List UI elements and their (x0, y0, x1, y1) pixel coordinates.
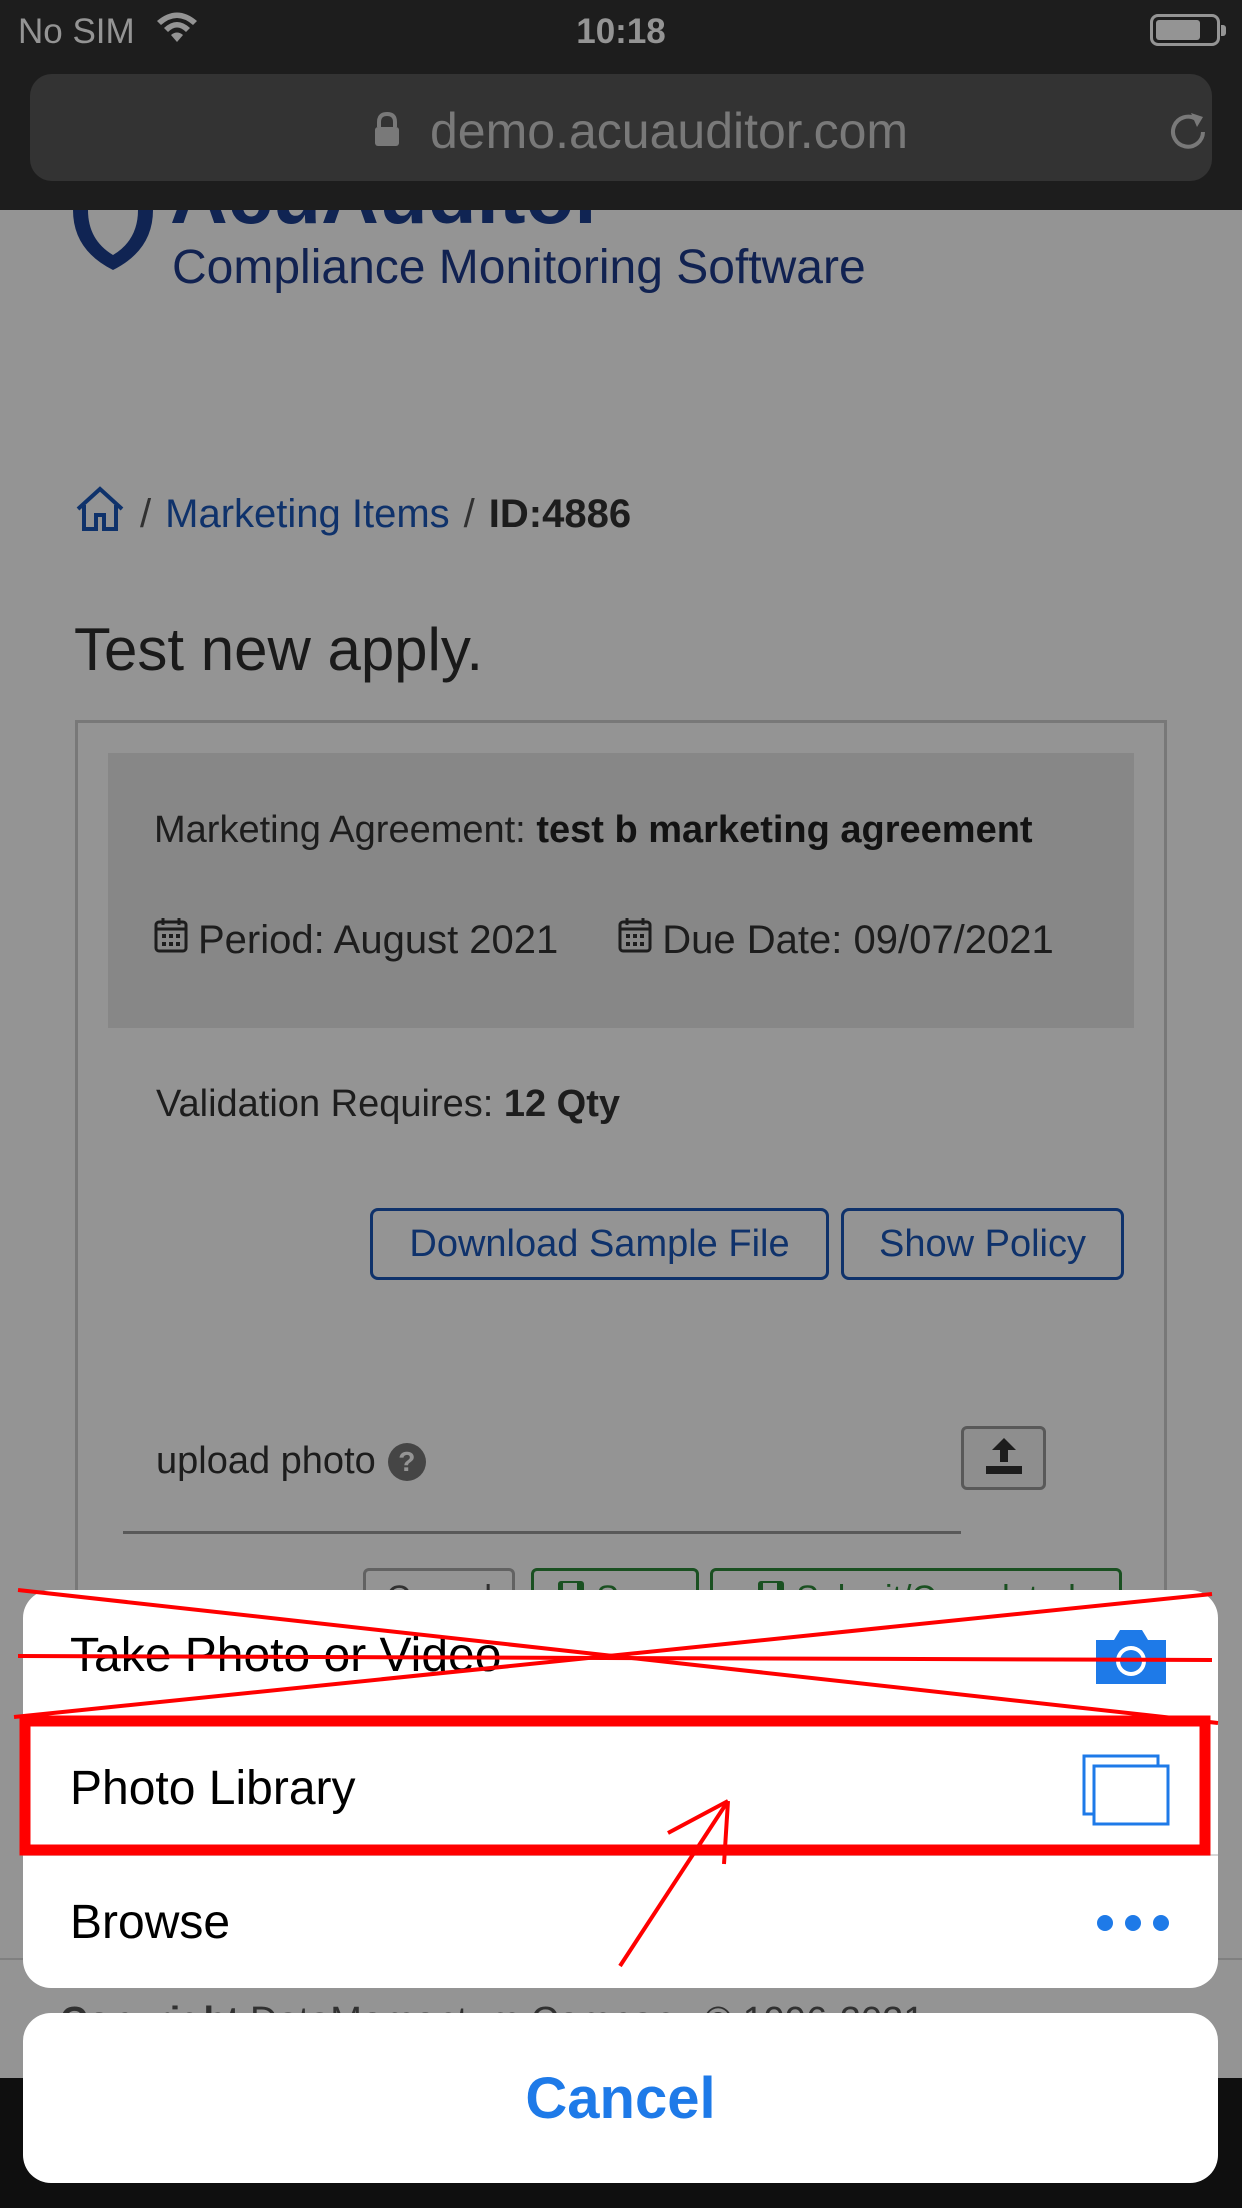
photo-library-icon (1082, 1723, 1170, 1856)
take-photo-label: Take Photo or Video (70, 1629, 502, 1682)
camera-icon (1092, 1590, 1170, 1723)
browse-label: Browse (70, 1896, 231, 1949)
take-photo-option[interactable]: Take Photo or Video (23, 1590, 1218, 1723)
photo-library-option[interactable]: Photo Library (23, 1723, 1218, 1856)
browse-option[interactable]: Browse (23, 1856, 1218, 1988)
file-picker-action-sheet: Take Photo or Video Photo Library Browse (23, 1590, 1218, 1988)
photo-library-label: Photo Library (70, 1762, 356, 1815)
more-dots-icon (1096, 1856, 1170, 1988)
action-sheet-cancel-button[interactable]: Cancel (23, 2013, 1218, 2183)
